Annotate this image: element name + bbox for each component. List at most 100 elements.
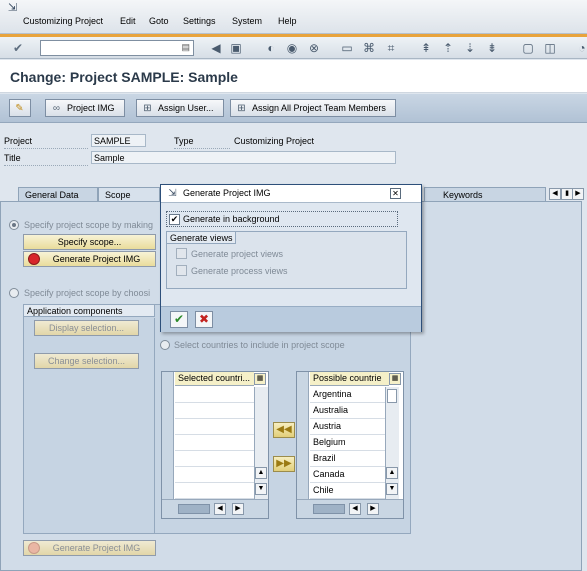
generate-background-checkbox[interactable]: ✔ bbox=[169, 214, 180, 225]
previous-page-icon[interactable]: ⇡ bbox=[440, 40, 456, 56]
command-history-icon[interactable]: ▤ bbox=[181, 42, 190, 53]
menu-edit[interactable]: Edit bbox=[120, 16, 136, 26]
possible-horizontal-scrollbar[interactable]: ◀ ▶ bbox=[297, 499, 403, 518]
selected-vertical-scrollbar[interactable]: ▲ ▼ bbox=[254, 387, 268, 499]
possible-row-selector-column[interactable] bbox=[297, 372, 309, 518]
menu-customizing-project[interactable]: Customizing Project bbox=[23, 16, 103, 26]
table-row[interactable] bbox=[175, 467, 254, 483]
tab-scroll-left-icon[interactable]: ◀ bbox=[549, 188, 561, 200]
bottom-generate-img-button[interactable]: Generate Project IMG bbox=[23, 540, 156, 556]
assign-user-button[interactable]: ⊞ Assign User... bbox=[136, 99, 224, 117]
back-arrow-icon[interactable]: ◀ bbox=[208, 40, 224, 56]
table-row[interactable] bbox=[175, 387, 254, 403]
title-area: Change: Project SAMPLE: Sample bbox=[0, 60, 587, 93]
move-left-button[interactable]: ◀◀ bbox=[273, 422, 295, 438]
list-item[interactable]: Austria bbox=[310, 419, 385, 435]
display-change-button[interactable]: ✎ bbox=[9, 99, 31, 117]
selected-horizontal-scrollbar[interactable]: ◀ ▶ bbox=[162, 499, 268, 518]
menu-bar: ⇲ Customizing Project Edit Goto Settings… bbox=[0, 0, 587, 34]
assign-all-members-button[interactable]: ⊞ Assign All Project Team Members bbox=[230, 99, 396, 117]
title-field[interactable]: Sample bbox=[91, 151, 396, 164]
scope-radio-option2[interactable] bbox=[9, 288, 19, 298]
enter-icon[interactable]: ✔ bbox=[10, 40, 26, 56]
title-label: Title bbox=[4, 153, 21, 163]
type-value: Customizing Project bbox=[234, 136, 315, 146]
standard-toolbar: ✔ ▤ ◀ ▣ ◐ ◉ ⊗ ▭ ⌘ ⌗ ⇞ ⇡ ⇣ ⇟ ▢ ◫ ◔ bbox=[0, 37, 587, 59]
list-item[interactable]: Argentina bbox=[310, 387, 385, 403]
project-img-button[interactable]: ∞ Project IMG bbox=[45, 99, 125, 117]
change-selection-button[interactable]: Change selection... bbox=[34, 353, 139, 369]
cancel-icon[interactable]: ⊗ bbox=[306, 40, 322, 56]
user-assign-icon: ⊞ bbox=[143, 102, 152, 114]
generate-views-header: Generate views bbox=[166, 231, 236, 244]
print-icon[interactable]: ▭ bbox=[339, 40, 355, 56]
find-icon[interactable]: ⌘ bbox=[361, 40, 377, 56]
selected-row-selector-column[interactable] bbox=[162, 372, 174, 518]
column-settings-icon[interactable]: ▦ bbox=[389, 373, 401, 385]
generate-img-dialog: ⇲ Generate Project IMG ✕ ✔ Generate in b… bbox=[160, 184, 422, 332]
scroll-right-icon[interactable]: ▶ bbox=[232, 503, 244, 515]
scroll-left-icon[interactable]: ◀ bbox=[349, 503, 361, 515]
menu-goto[interactable]: Goto bbox=[149, 16, 169, 26]
project-label: Project bbox=[4, 136, 33, 146]
exit-icon[interactable]: ◉ bbox=[284, 40, 300, 56]
first-page-icon[interactable]: ⇞ bbox=[418, 40, 434, 56]
move-right-button[interactable]: ▶▶ bbox=[273, 456, 295, 472]
display-selection-button[interactable]: Display selection... bbox=[34, 320, 139, 336]
scope-radio-option1[interactable] bbox=[9, 220, 19, 230]
scroll-left-icon[interactable]: ◀ bbox=[214, 503, 226, 515]
back-icon[interactable]: ◐ bbox=[263, 40, 279, 56]
generate-process-views-label: Generate process views bbox=[191, 266, 288, 276]
scroll-right-icon[interactable]: ▶ bbox=[367, 503, 379, 515]
new-session-icon[interactable]: ▢ bbox=[520, 40, 536, 56]
list-item[interactable]: Brazil bbox=[310, 451, 385, 467]
application-components-area bbox=[23, 318, 155, 534]
exit-menu-icon[interactable]: ⇲ bbox=[6, 2, 19, 15]
menu-help[interactable]: Help bbox=[278, 16, 297, 26]
generate-project-views-label: Generate project views bbox=[191, 249, 284, 259]
background-checkbox-row[interactable]: ✔ Generate in background bbox=[166, 211, 398, 227]
table-row[interactable] bbox=[175, 451, 254, 467]
table-row[interactable] bbox=[175, 435, 254, 451]
possible-vertical-scrollbar[interactable]: ▲ ▼ bbox=[385, 387, 399, 499]
type-label-line bbox=[174, 148, 230, 149]
scroll-thumb[interactable] bbox=[313, 504, 345, 514]
generate-project-views-checkbox[interactable] bbox=[176, 248, 187, 259]
table-row[interactable] bbox=[175, 403, 254, 419]
tab-scroll-right-icon[interactable]: ▶ bbox=[572, 188, 584, 200]
generate-project-img-button[interactable]: Generate Project IMG bbox=[23, 251, 156, 267]
countries-radio[interactable] bbox=[160, 340, 170, 350]
application-toolbar: ✎ ∞ Project IMG ⊞ Assign User... ⊞ Assig… bbox=[0, 94, 587, 123]
table-row[interactable] bbox=[175, 419, 254, 435]
save-icon[interactable]: ▣ bbox=[228, 40, 244, 56]
list-item[interactable]: Canada bbox=[310, 467, 385, 483]
possible-countries-table: Possible countrie ▦ Argentina Australia … bbox=[296, 371, 404, 519]
close-icon[interactable]: ✕ bbox=[390, 188, 401, 199]
title-label-line bbox=[4, 165, 88, 166]
last-page-icon[interactable]: ⇟ bbox=[484, 40, 500, 56]
find-next-icon[interactable]: ⌗ bbox=[383, 40, 399, 56]
cancel-x-icon[interactable]: ✖ bbox=[195, 311, 213, 328]
specify-scope-button[interactable]: Specify scope... bbox=[23, 234, 156, 250]
create-shortcut-icon[interactable]: ◫ bbox=[542, 40, 558, 56]
list-item[interactable]: Belgium bbox=[310, 435, 385, 451]
scroll-up-icon[interactable]: ▲ bbox=[386, 467, 398, 479]
menu-settings[interactable]: Settings bbox=[183, 16, 216, 26]
project-field[interactable]: SAMPLE bbox=[91, 134, 146, 147]
scroll-down-icon[interactable]: ▼ bbox=[386, 483, 398, 495]
generate-process-views-checkbox[interactable] bbox=[176, 265, 187, 276]
scroll-down-icon[interactable]: ▼ bbox=[255, 483, 267, 495]
scroll-thumb[interactable] bbox=[387, 389, 397, 403]
next-page-icon[interactable]: ⇣ bbox=[462, 40, 478, 56]
command-field[interactable]: ▤ bbox=[40, 40, 194, 56]
table-row[interactable] bbox=[175, 483, 254, 499]
help-icon[interactable]: ◔ bbox=[574, 40, 587, 56]
list-item[interactable]: Australia bbox=[310, 403, 385, 419]
column-settings-icon[interactable]: ▦ bbox=[254, 373, 266, 385]
scroll-thumb[interactable] bbox=[178, 504, 210, 514]
confirm-checkmark-icon[interactable]: ✔ bbox=[170, 311, 188, 328]
generate-icon bbox=[28, 253, 40, 265]
list-item[interactable]: Chile bbox=[310, 483, 385, 499]
scroll-up-icon[interactable]: ▲ bbox=[255, 467, 267, 479]
menu-system[interactable]: System bbox=[232, 16, 262, 26]
